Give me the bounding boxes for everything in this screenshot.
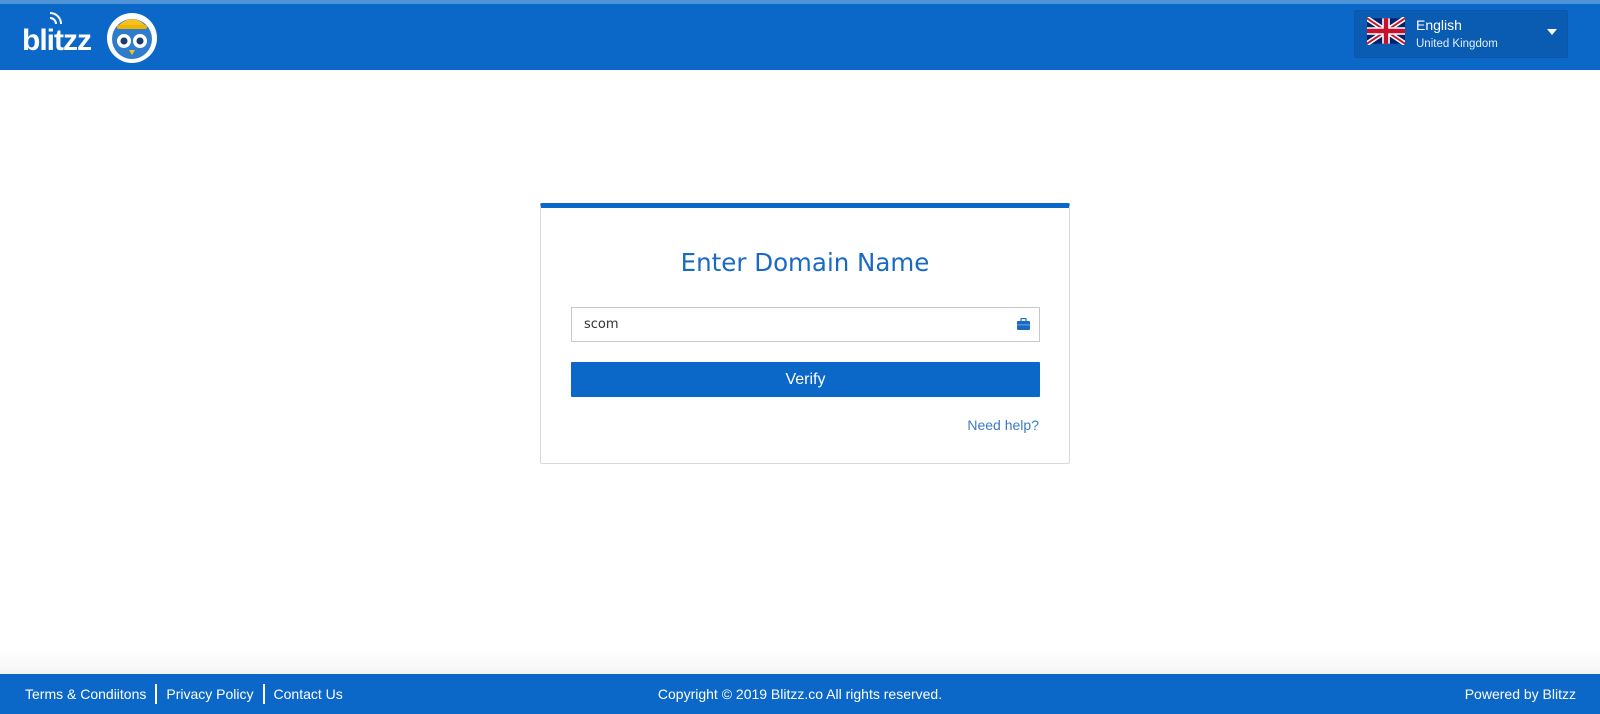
domain-card: Enter Domain Name Verify Need help? [540, 203, 1070, 464]
need-help-link[interactable]: Need help? [967, 417, 1039, 433]
uk-flag-icon [1367, 17, 1405, 45]
svg-text:blitzz: blitzz [22, 24, 91, 57]
language-selector[interactable]: English United Kingdom [1354, 10, 1568, 58]
language-region: United Kingdom [1416, 38, 1498, 50]
language-name: English [1416, 17, 1462, 33]
copyright-text: Copyright © 2019 Blitzz.co All rights re… [657, 686, 943, 702]
footer-shadow [0, 650, 1600, 674]
blitzz-logo[interactable]: blitzz [22, 8, 162, 64]
domain-input-wrapper [571, 307, 1040, 342]
briefcase-icon [1017, 318, 1030, 330]
powered-by-text: Powered by Blitzz [1464, 686, 1576, 702]
domain-input[interactable] [572, 308, 1039, 341]
caret-down-icon[interactable] [1547, 29, 1557, 35]
verify-button[interactable]: Verify [571, 362, 1040, 397]
top-header: blitzz English United Kingdom [0, 0, 1600, 70]
card-title: Enter Domain Name [680, 248, 930, 277]
footer: Terms & Condiitons Privacy Policy Contac… [0, 674, 1600, 714]
